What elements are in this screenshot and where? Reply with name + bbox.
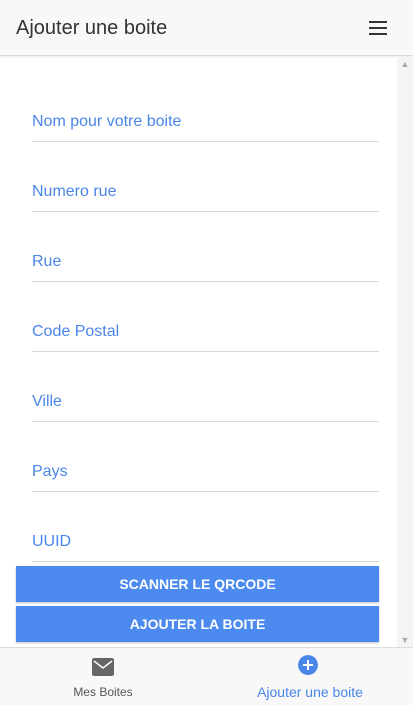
scan-qrcode-button[interactable]: SCANNER LE QRCODE (16, 566, 379, 602)
scroll-up-arrow-icon[interactable]: ▲ (397, 57, 413, 71)
menu-bar (369, 21, 387, 23)
vertical-scrollbar[interactable]: ▲ ▼ (397, 57, 413, 647)
tab-label: Ajouter une boite (257, 684, 363, 700)
scrollbar-thumb[interactable] (401, 73, 409, 629)
street-number-field (32, 172, 379, 212)
add-circle-icon (298, 655, 318, 675)
app-header: Ajouter une boite (0, 0, 413, 56)
add-box-button[interactable]: AJOUTER LA BOITE (16, 606, 379, 642)
menu-bar (369, 27, 387, 29)
tab-label: Mes Boites (73, 685, 133, 699)
bottom-tab-bar: Mes Boites Ajouter une boite (0, 647, 413, 705)
street-input[interactable] (32, 242, 379, 281)
form-content: SCANNER LE QRCODE AJOUTER LA BOITE (0, 57, 397, 647)
page-title: Ajouter une boite (16, 17, 168, 39)
street-field (32, 242, 379, 282)
tab-mes-boites[interactable]: Mes Boites (0, 648, 206, 705)
country-input[interactable] (32, 452, 379, 491)
box-name-field (32, 102, 379, 142)
mail-icon (92, 658, 114, 676)
menu-bar (369, 33, 387, 35)
uuid-input[interactable] (32, 522, 379, 561)
tab-ajouter-une-boite[interactable]: Ajouter une boite (207, 648, 413, 705)
scroll-down-arrow-icon[interactable]: ▼ (397, 633, 413, 647)
city-input[interactable] (32, 382, 379, 421)
hamburger-menu-icon[interactable] (368, 20, 388, 36)
postal-code-field (32, 312, 379, 352)
street-number-input[interactable] (32, 172, 379, 211)
country-field (32, 452, 379, 492)
city-field (32, 382, 379, 422)
postal-code-input[interactable] (32, 312, 379, 351)
box-name-input[interactable] (32, 102, 379, 141)
uuid-field (32, 522, 379, 562)
